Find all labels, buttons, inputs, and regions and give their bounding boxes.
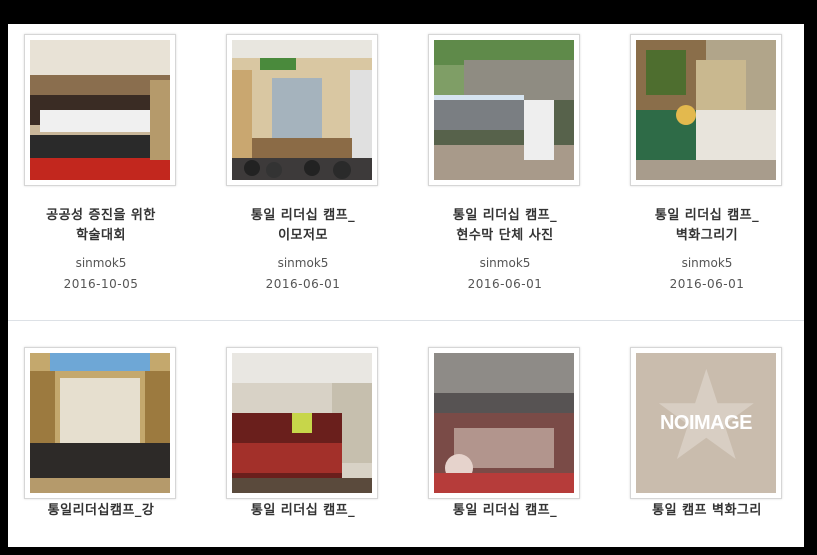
item-title[interactable]: 통일 리더십 캠프_ 벽화그리기 <box>622 206 792 246</box>
title-line[interactable]: 통일 캠프 벽화그리 <box>622 501 792 519</box>
gallery-list: 공공성 증진을 위한 학술대회 sinmok5 2016-10-05 통일 리더… <box>8 24 804 547</box>
gallery-thumbnail[interactable] <box>226 347 378 499</box>
photo-bus <box>434 353 574 493</box>
photo-banner-group <box>434 40 574 180</box>
item-author: sinmok5 <box>479 256 531 270</box>
title-line[interactable]: 통일 리더십 캠프_ <box>218 206 388 226</box>
item-title[interactable]: 통일리더십캠프_강 <box>16 501 186 519</box>
title-line[interactable]: 통일리더십캠프_강 <box>16 501 186 519</box>
item-date: 2016-06-01 <box>669 277 745 291</box>
title-line[interactable]: 학술대회 <box>16 226 186 246</box>
title-line[interactable]: 통일 리더십 캠프_ <box>420 206 590 226</box>
item-date: 2016-06-01 <box>265 277 341 291</box>
gallery-thumbnail[interactable]: ★ NOIMAGE <box>630 347 782 499</box>
title-line[interactable]: 통일 리더십 캠프_ <box>218 501 388 519</box>
gallery-thumbnail[interactable] <box>24 34 176 186</box>
item-author: sinmok5 <box>681 256 733 270</box>
title-line[interactable]: 벽화그리기 <box>622 226 792 246</box>
noimage-label: NOIMAGE <box>659 411 753 434</box>
item-author: sinmok5 <box>75 256 127 270</box>
gallery-thumbnail[interactable] <box>428 34 580 186</box>
item-date: 2016-06-01 <box>467 277 543 291</box>
title-line[interactable]: 현수막 단체 사진 <box>420 226 590 246</box>
photo-stage-group <box>30 353 170 493</box>
gallery-row: 통일리더십캠프_강 통일 리더십 캠프_ 통일 리더십 캠프_ ★ NOIMAG… <box>8 320 804 547</box>
gallery-thumbnail[interactable] <box>226 34 378 186</box>
title-line[interactable]: 이모저모 <box>218 226 388 246</box>
photo-mural <box>636 40 776 180</box>
item-title[interactable]: 통일 리더십 캠프_ <box>420 501 590 519</box>
title-line[interactable]: 공공성 증진을 위한 <box>16 206 186 226</box>
item-title[interactable]: 통일 리더십 캠프_ 현수막 단체 사진 <box>420 206 590 246</box>
title-line[interactable]: 통일 리더십 캠프_ <box>622 206 792 226</box>
gallery-row: 공공성 증진을 위한 학술대회 sinmok5 2016-10-05 통일 리더… <box>8 24 804 320</box>
screen-frame: 공공성 증진을 위한 학술대회 sinmok5 2016-10-05 통일 리더… <box>0 0 817 555</box>
photo-auditorium <box>232 353 372 493</box>
item-title[interactable]: 공공성 증진을 위한 학술대회 <box>16 206 186 246</box>
title-line[interactable]: 통일 리더십 캠프_ <box>420 501 590 519</box>
item-date: 2016-10-05 <box>63 277 139 291</box>
item-title[interactable]: 통일 리더십 캠프_ 이모저모 <box>218 206 388 246</box>
gallery-thumbnail[interactable] <box>630 34 782 186</box>
noimage-placeholder: ★ NOIMAGE <box>636 353 776 493</box>
gallery-thumbnail[interactable] <box>24 347 176 499</box>
photo-conference <box>30 40 170 180</box>
gallery-thumbnail[interactable] <box>428 347 580 499</box>
item-author: sinmok5 <box>277 256 329 270</box>
item-title[interactable]: 통일 캠프 벽화그리 <box>622 501 792 519</box>
item-title[interactable]: 통일 리더십 캠프_ <box>218 501 388 519</box>
photo-hall <box>232 40 372 180</box>
